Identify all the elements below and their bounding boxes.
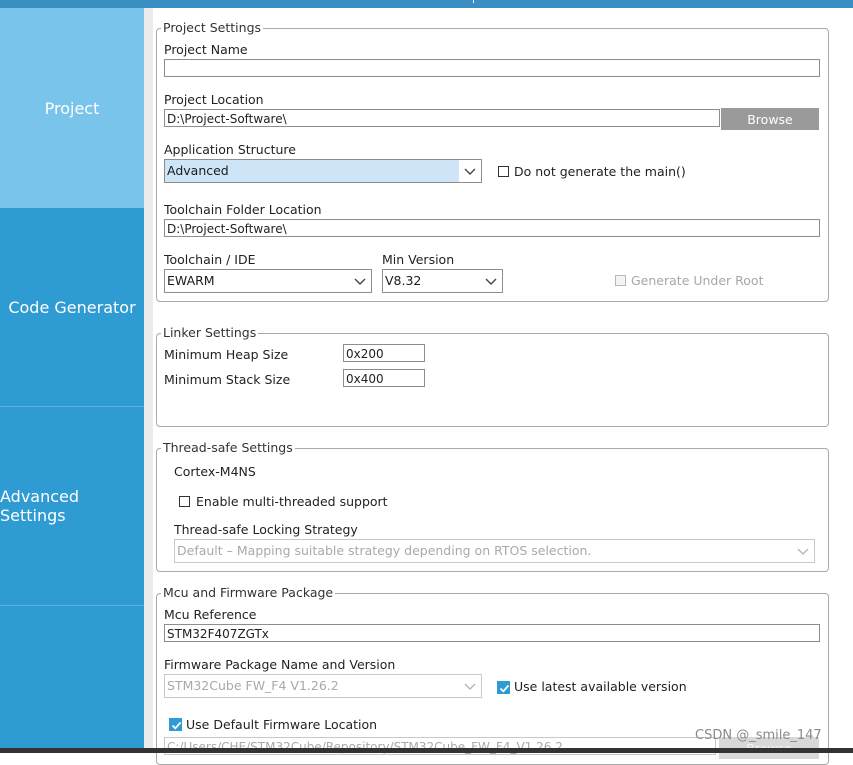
bottom-bar: [0, 748, 853, 753]
select-value: EWARM: [167, 273, 215, 288]
stack-size-label: Minimum Stack Size: [164, 372, 291, 387]
sidebar-item-code-generator[interactable]: Code Generator: [0, 208, 144, 406]
strategy-label: Thread-safe Locking Strategy: [174, 522, 358, 537]
settings-panel: Project Settings Project Name Project Lo…: [153, 8, 853, 765]
browse-button[interactable]: Browse: [721, 108, 819, 130]
sidebar-item-label: Code Generator: [8, 297, 136, 317]
sidebar-item-project[interactable]: Project: [0, 8, 144, 208]
sidebar: Project Code Generator Advanced Settings: [0, 8, 144, 748]
multithread-checkbox[interactable]: [179, 496, 190, 507]
toolchain-folder-input[interactable]: D:\Project-Software\: [164, 219, 820, 237]
min-version-select[interactable]: V8.32: [382, 269, 503, 293]
heap-size-input[interactable]: 0x200: [343, 344, 425, 362]
firmware-name-select[interactable]: STM32Cube FW_F4 V1.26.2: [164, 674, 482, 698]
generate-under-root-checkbox[interactable]: [615, 275, 626, 286]
use-latest-checkbox[interactable]: [497, 681, 510, 694]
sidebar-divider: [0, 605, 144, 606]
app-structure-select[interactable]: Advanced: [164, 159, 482, 183]
multithread-label: Enable multi-threaded support: [196, 494, 388, 509]
group-title: Linker Settings: [161, 325, 259, 341]
project-name-label: Project Name: [164, 42, 248, 57]
chevron-down-icon: [485, 278, 497, 285]
core-label: Cortex-M4NS: [174, 464, 256, 479]
strategy-select[interactable]: Default – Mapping suitable strategy depe…: [174, 539, 815, 563]
chevron-down-icon: [464, 168, 476, 175]
mcu-reference-label: Mcu Reference: [164, 607, 257, 622]
top-bar: [0, 0, 853, 8]
chevron-down-icon: [464, 683, 476, 690]
sidebar-item-label: Advanced Settings: [0, 487, 80, 525]
select-value: STM32Cube FW_F4 V1.26.2: [167, 678, 339, 693]
checkmark-icon: [171, 721, 182, 730]
generate-under-root-label: Generate Under Root: [631, 273, 764, 288]
mcu-reference-input[interactable]: STM32F407ZGTx: [164, 624, 820, 642]
use-default-location-checkbox[interactable]: [169, 718, 182, 731]
group-title: Project Settings: [161, 20, 264, 36]
use-default-location-label: Use Default Firmware Location: [186, 717, 378, 732]
sidebar-item-advanced-settings[interactable]: Advanced Settings: [0, 407, 144, 605]
checkmark-icon: [499, 684, 510, 693]
use-latest-label: Use latest available version: [514, 679, 687, 694]
toolchain-select[interactable]: EWARM: [164, 269, 372, 293]
heap-size-label: Minimum Heap Size: [164, 347, 289, 362]
group-title: Mcu and Firmware Package: [161, 585, 336, 601]
watermark: CSDN @_smile_147: [695, 728, 822, 743]
toolchain-folder-label: Toolchain Folder Location: [164, 202, 322, 217]
no-main-checkbox[interactable]: [498, 166, 509, 177]
app-structure-label: Application Structure: [164, 142, 296, 157]
stack-size-input[interactable]: 0x400: [343, 369, 425, 387]
sidebar-item-label: Project: [44, 98, 100, 118]
select-value: Default – Mapping suitable strategy depe…: [177, 543, 592, 558]
toolchain-label: Toolchain / IDE: [164, 252, 256, 267]
chevron-down-icon: [797, 548, 809, 555]
project-location-label: Project Location: [164, 92, 264, 107]
select-value: V8.32: [385, 273, 422, 288]
firmware-name-label: Firmware Package Name and Version: [164, 657, 396, 672]
project-name-input[interactable]: [164, 59, 820, 77]
chevron-down-icon: [354, 278, 366, 285]
no-main-label: Do not generate the main(): [514, 164, 686, 179]
top-bar-divider: [473, 0, 474, 3]
min-version-label: Min Version: [382, 252, 455, 267]
select-value: Advanced: [165, 160, 459, 182]
project-location-input[interactable]: D:\Project-Software\: [164, 109, 720, 127]
splitter[interactable]: [144, 8, 153, 748]
group-title: Thread-safe Settings: [161, 440, 295, 456]
